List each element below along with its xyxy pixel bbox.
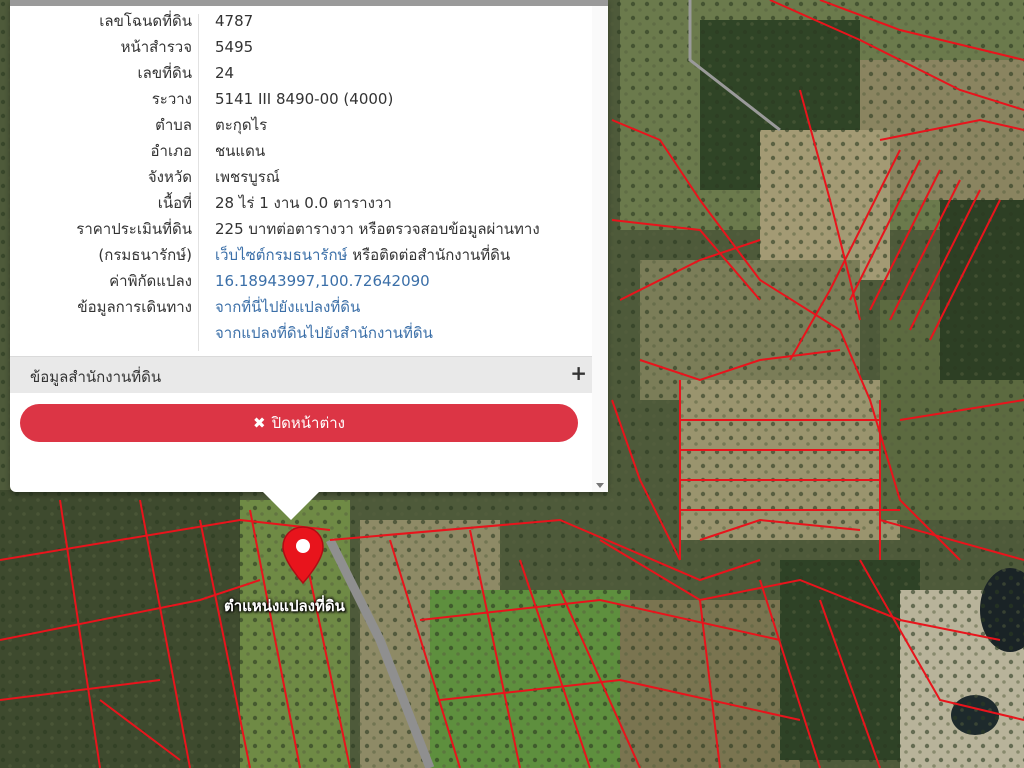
parcel-info-popup: เลขโฉนดที่ดิน 4787 หน้าสำรวจ 5495 เลขที่…	[10, 0, 608, 492]
info-value: 5141 III 8490-00 (4000)	[215, 90, 394, 108]
info-row-travel: ข้อมูลการเดินทาง จากที่นี่ไปยังแปลงที่ดิ…	[10, 294, 592, 320]
info-key: เนื้อที่	[157, 194, 192, 212]
info-key: ค่าพิกัดแปลง	[109, 272, 192, 290]
info-row-map-sheet: ระวาง 5141 III 8490-00 (4000)	[10, 86, 592, 112]
info-row-deed-number: เลขโฉนดที่ดิน 4787	[10, 8, 592, 34]
expand-plus-icon[interactable]: +	[570, 361, 587, 385]
info-row-district: อำเภอ ชนแดน	[10, 138, 592, 164]
close-icon: ✖	[253, 414, 266, 432]
close-button-label: ปิดหน้าต่าง	[271, 414, 345, 432]
info-key: ราคาประเมินที่ดิน	[76, 220, 192, 238]
info-row-area: เนื้อที่ 28 ไร่ 1 งาน 0.0 ตารางวา	[10, 190, 592, 216]
info-value: ชนแดน	[215, 142, 266, 160]
info-key: (กรมธนารักษ์)	[98, 246, 192, 264]
info-row-appraisal-price: ราคาประเมินที่ดิน 225 บาทต่อตารางวา หรือ…	[10, 216, 592, 242]
info-key: ข้อมูลการเดินทาง	[77, 298, 192, 316]
coordinates-link[interactable]: 16.18943997,100.72642090	[215, 268, 430, 294]
info-key: เลขโฉนดที่ดิน	[99, 12, 192, 30]
directions-to-parcel-link[interactable]: จากที่นี่ไปยังแปลงที่ดิน	[215, 294, 360, 320]
info-row-coordinates: ค่าพิกัดแปลง 16.18943997,100.72642090	[10, 268, 592, 294]
info-value: เว็บไซต์กรมธนารักษ์ หรือติดต่อสำนักงานที…	[215, 242, 510, 268]
info-value: 24	[215, 64, 235, 82]
info-key: อำเภอ	[150, 142, 192, 160]
land-office-section[interactable]: ข้อมูลสำนักงานที่ดิน +	[10, 356, 592, 393]
treasury-website-link[interactable]: เว็บไซต์กรมธนารักษ์	[215, 246, 347, 264]
info-key: เลขที่ดิน	[137, 64, 192, 82]
info-row-appraisal-price-cont: (กรมธนารักษ์) เว็บไซต์กรมธนารักษ์ หรือติ…	[10, 242, 592, 268]
scroll-down-arrow-icon[interactable]	[596, 483, 604, 488]
popup-pointer	[262, 491, 320, 520]
marker-label: ตำแหน่งแปลงที่ดิน	[224, 597, 345, 615]
info-row-province: จังหวัด เพชรบูรณ์	[10, 164, 592, 190]
info-value: 225 บาทต่อตารางวา หรือตรวจสอบข้อมูลผ่านท…	[215, 220, 540, 238]
info-key: ตำบล	[155, 116, 192, 134]
info-key: จังหวัด	[147, 168, 192, 186]
info-value: เพชรบูรณ์	[215, 168, 280, 186]
popup-top-bar	[10, 0, 608, 6]
map-pin-icon[interactable]	[280, 525, 326, 587]
info-row-survey-page: หน้าสำรวจ 5495	[10, 34, 592, 60]
info-value: ตะกุดไร	[215, 116, 268, 134]
info-row-travel-cont: จากแปลงที่ดินไปยังสำนักงานที่ดิน	[10, 320, 592, 346]
info-key: หน้าสำรวจ	[120, 38, 192, 56]
directions-to-office-link[interactable]: จากแปลงที่ดินไปยังสำนักงานที่ดิน	[215, 320, 433, 346]
info-row-subdistrict: ตำบล ตะกุดไร	[10, 112, 592, 138]
land-office-label: ข้อมูลสำนักงานที่ดิน	[30, 368, 162, 386]
close-window-button[interactable]: ✖ ปิดหน้าต่าง	[20, 404, 578, 442]
info-row-land-number: เลขที่ดิน 24	[10, 60, 592, 86]
info-key: ระวาง	[151, 90, 192, 108]
scrollbar[interactable]	[592, 6, 608, 492]
info-value: 4787	[215, 12, 254, 30]
info-value: 5495	[215, 38, 254, 56]
price-note: หรือติดต่อสำนักงานที่ดิน	[347, 246, 511, 264]
info-value: 28 ไร่ 1 งาน 0.0 ตารางวา	[215, 194, 392, 212]
